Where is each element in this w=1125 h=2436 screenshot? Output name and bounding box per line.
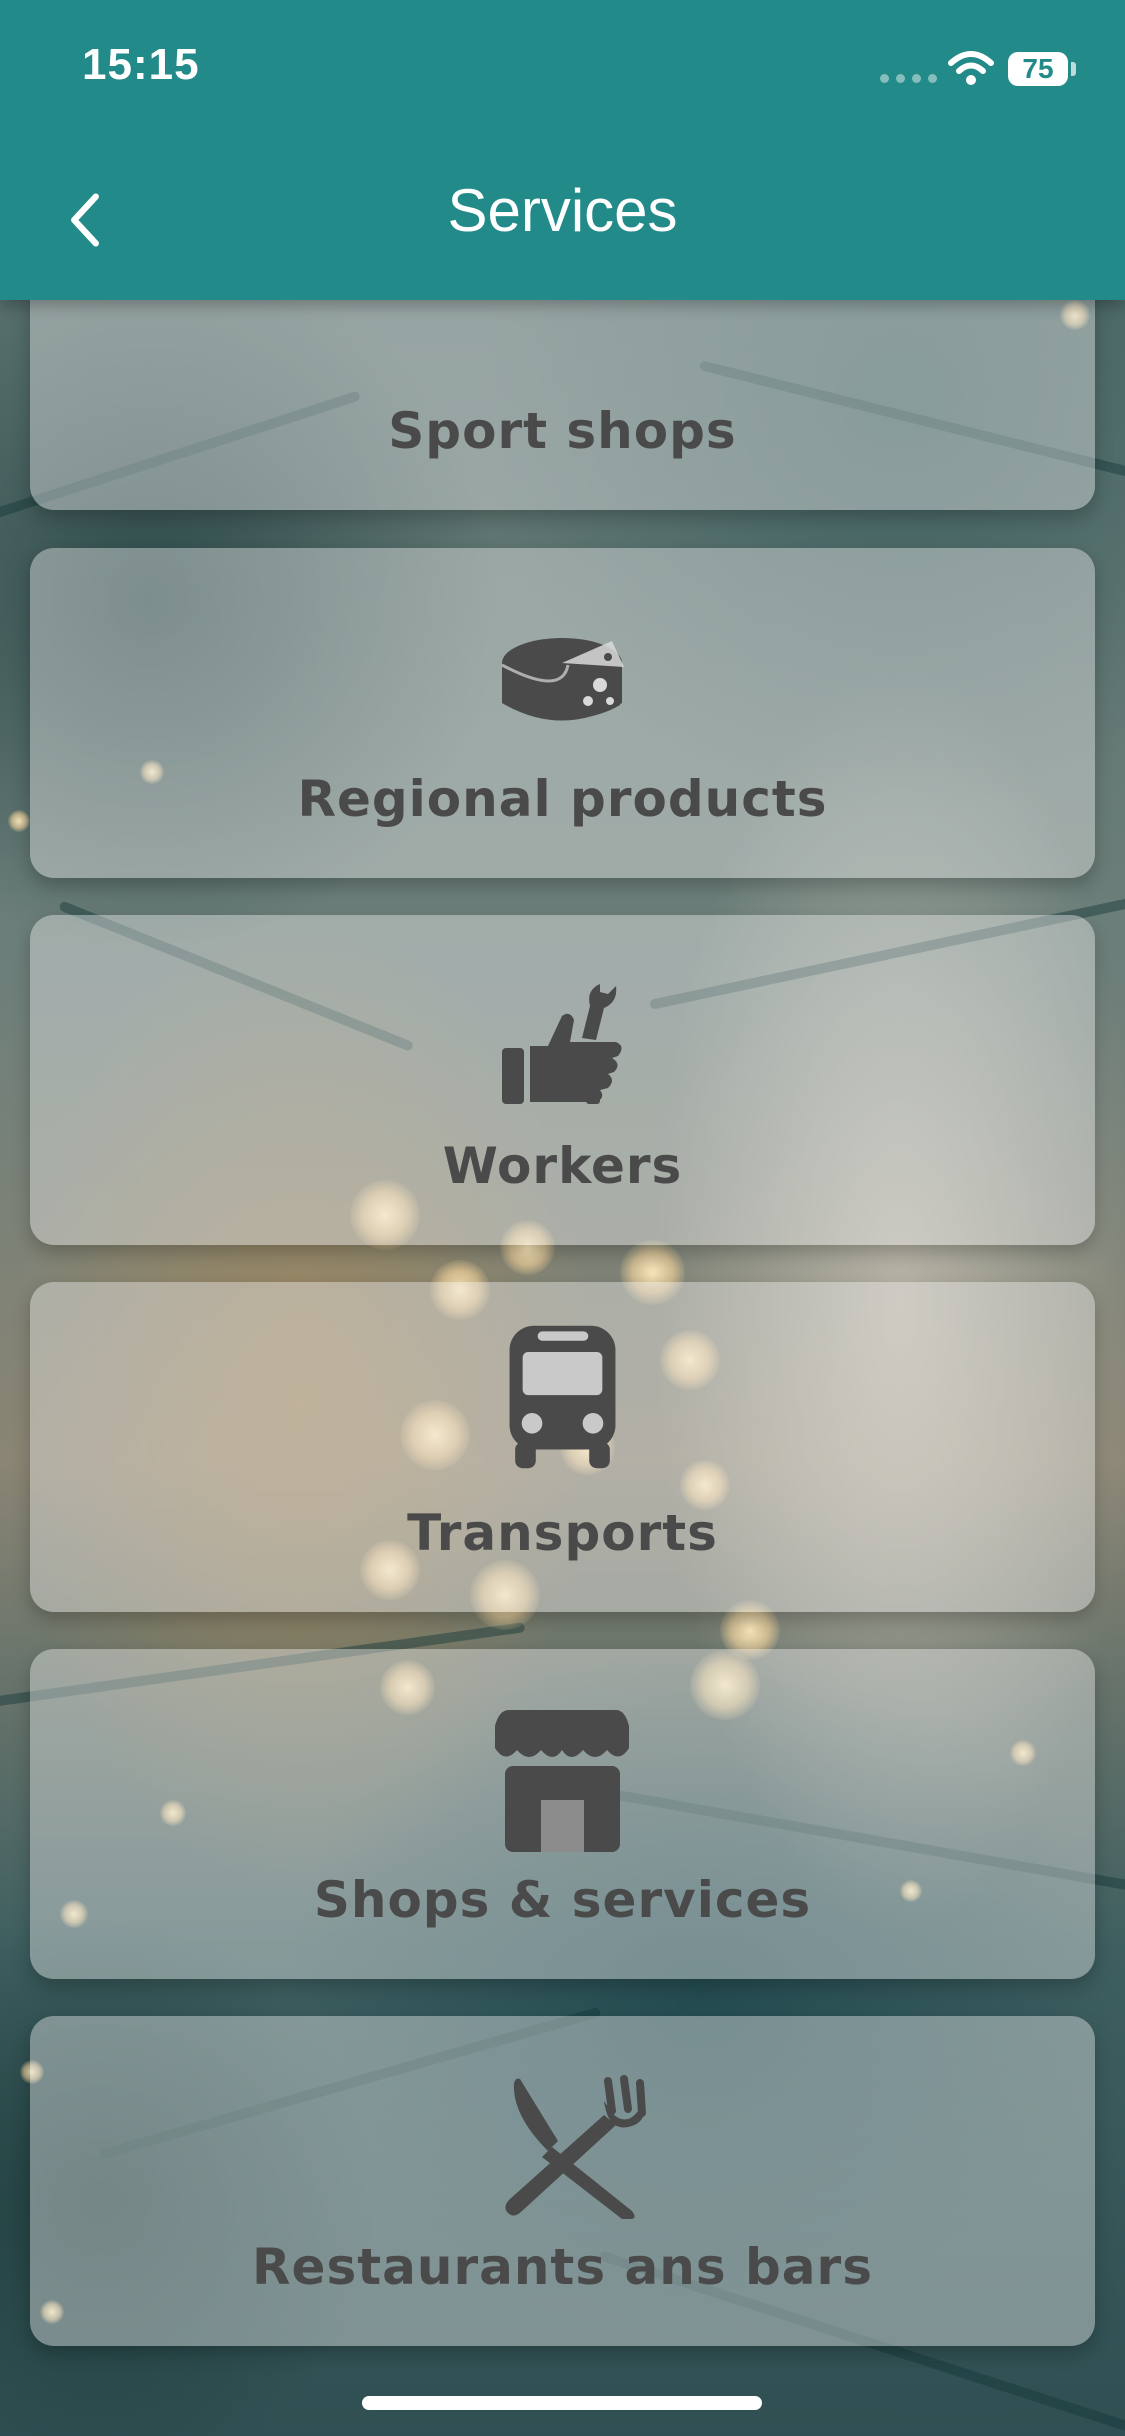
service-card-transports[interactable]: Transports xyxy=(30,1282,1095,1612)
service-label: Shops & services xyxy=(313,1871,812,1929)
service-label: Workers xyxy=(442,1137,683,1195)
service-card-workers[interactable]: Workers xyxy=(30,915,1095,1245)
wifi-icon xyxy=(948,50,994,86)
bus-icon xyxy=(500,1322,625,1469)
service-label: Sport shops xyxy=(388,402,737,460)
storefront-icon xyxy=(495,1704,629,1852)
status-time: 15:15 xyxy=(82,40,200,89)
service-card-restaurants-bars[interactable]: Restaurants ans bars xyxy=(30,2016,1095,2346)
service-card-shops-services[interactable]: Shops & services xyxy=(30,1649,1095,1979)
cellular-signal-icon xyxy=(880,74,937,83)
app-header: 15:15 75 Services xyxy=(0,0,1125,300)
page-title: Services xyxy=(447,177,678,244)
service-label: Regional products xyxy=(297,770,828,828)
service-label: Restaurants ans bars xyxy=(252,2238,873,2296)
battery-icon: 75 xyxy=(1008,52,1068,86)
knife-fork-icon xyxy=(500,2071,646,2219)
battery-tip xyxy=(1071,62,1076,76)
service-card-regional-products[interactable]: Regional products xyxy=(30,548,1095,878)
home-indicator[interactable] xyxy=(362,2396,762,2410)
cheese-icon xyxy=(500,613,625,738)
service-label: Transports xyxy=(407,1504,718,1562)
worker-wrench-icon xyxy=(500,980,625,1105)
battery-level: 75 xyxy=(1022,53,1054,84)
